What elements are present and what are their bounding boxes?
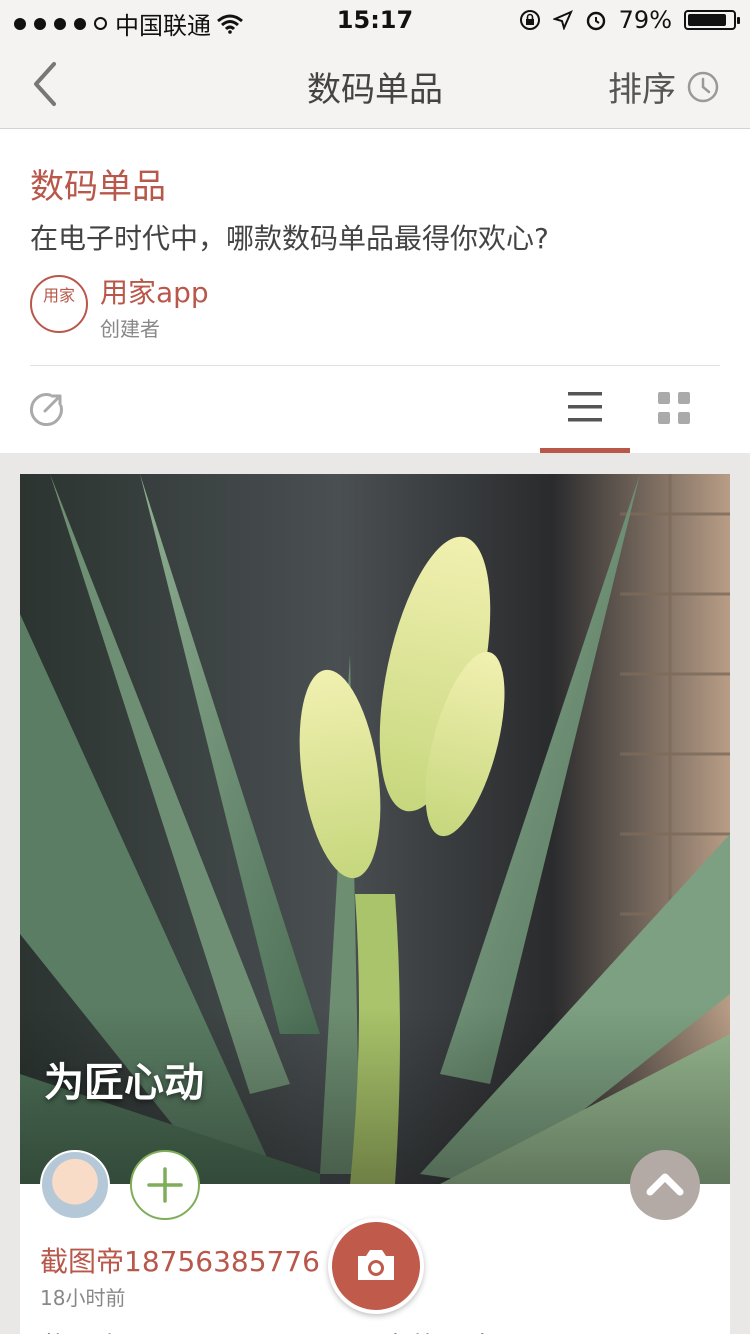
status-bar: 中国联通 15:17 79% [0, 0, 750, 40]
collection-title: 数码单品 [30, 167, 166, 207]
sort-button[interactable]: 排序 [608, 62, 720, 111]
follow-add-button[interactable] [130, 1150, 200, 1220]
collection-description: 在电子时代中，哪款数码单品最得你欢心? [30, 222, 549, 255]
creator-logo[interactable]: 用家 [30, 275, 88, 333]
post-photo[interactable]: 为匠心动 [20, 474, 730, 1184]
user-avatar[interactable] [40, 1150, 110, 1220]
post-author-name[interactable]: 截图帝18756385776 [40, 1240, 320, 1280]
scroll-to-top-button[interactable] [630, 1150, 700, 1220]
list-icon [568, 392, 602, 422]
list-view-tab[interactable] [540, 366, 630, 453]
battery-icon [684, 10, 740, 30]
alarm-icon [586, 11, 605, 31]
collection-header: 数码单品 在电子时代中，哪款数码单品最得你欢心? 用家 用家app 创建者 [0, 129, 750, 453]
plus-icon [147, 1167, 183, 1203]
creator-logo-text: 用家 [42, 286, 75, 305]
active-tab-indicator [540, 448, 630, 453]
photo-caption: 为匠心动 [44, 1060, 204, 1106]
chevron-up-icon [646, 1173, 684, 1196]
post-time: 18小时前 [40, 1286, 126, 1310]
share-icon[interactable] [30, 392, 64, 426]
location-icon [552, 10, 573, 30]
post-preview-text: 分享的照片 [354, 1326, 494, 1334]
rotation-lock-icon [519, 10, 540, 30]
grid-view-icon[interactable] [655, 389, 695, 429]
creator-role: 创建者 [100, 317, 160, 341]
post-card[interactable]: 为匠心动 截图帝18756385776 18小时前 截图帝 分享的照片 [20, 474, 730, 1334]
camera-button[interactable] [328, 1218, 424, 1314]
creator-name[interactable]: 用家app [100, 271, 209, 311]
nav-bar: 数码单品 排序 [0, 40, 750, 129]
status-right: 79% [519, 6, 740, 34]
battery-percent: 79% [618, 6, 672, 34]
clock-icon [687, 71, 719, 102]
post-preview-text: 截图帝 [40, 1326, 124, 1334]
camera-icon [358, 1250, 394, 1280]
sort-label: 排序 [608, 70, 676, 110]
